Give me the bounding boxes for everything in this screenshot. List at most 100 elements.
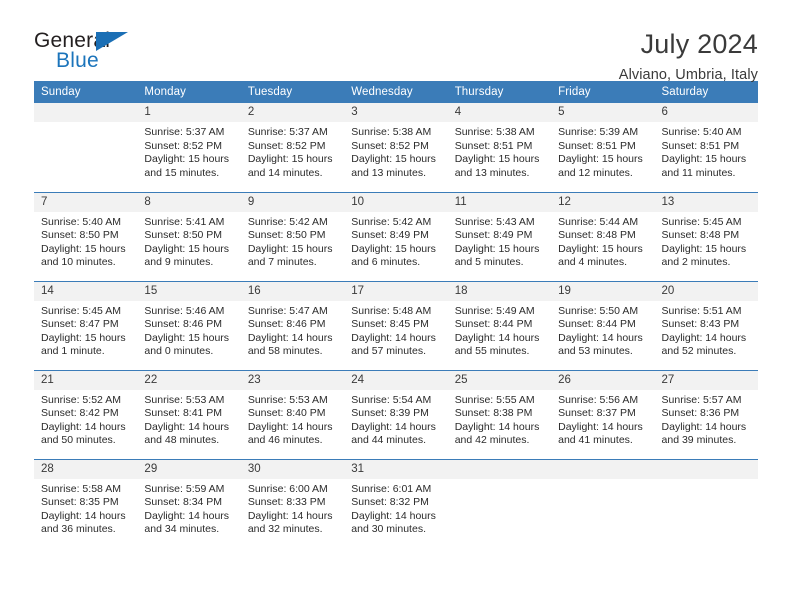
day-number: 29 <box>137 459 241 479</box>
daylight-text-line2: and 4 minutes. <box>558 256 627 269</box>
calendar-day-cell[interactable]: 25 Sunrise: 5:55 AM Sunset: 8:38 PM Dayligh… <box>447 369 552 459</box>
daylight-text-line2: and 57 minutes. <box>351 345 426 358</box>
sunset-text: Sunset: 8:46 PM <box>247 318 326 331</box>
daylight-text-line2: and 7 minutes. <box>247 256 317 269</box>
weekday-header-monday: Monday <box>137 81 241 103</box>
day-cell-inner: 23 Sunrise: 5:53 AM Sunset: 8:40 PM Dayligh… <box>240 370 345 459</box>
calendar-day-cell[interactable]: 18 Sunrise: 5:49 AM Sunset: 8:44 PM Dayligh… <box>447 280 552 370</box>
daylight-text-line1: Daylight: 14 hours <box>247 331 333 344</box>
calendar-day-cell[interactable]: 24 Sunrise: 5:54 AM Sunset: 8:39 PM Dayligh… <box>344 369 448 459</box>
weekday-header-thursday: Thursday <box>447 81 552 103</box>
day-cell-inner: 27 Sunrise: 5:57 AM Sunset: 8:36 PM Dayligh… <box>654 370 758 459</box>
calendar-day-cell[interactable]: 13 Sunrise: 5:45 AM Sunset: 8:48 PM Dayligh… <box>654 191 758 281</box>
day-number <box>551 459 655 479</box>
sunset-text: Sunset: 8:45 PM <box>351 318 429 331</box>
day-cell-inner <box>551 459 655 549</box>
day-number <box>654 459 758 479</box>
day-info: Sunrise: 5:41 AM Sunset: 8:50 PM Daylight:… <box>137 212 240 270</box>
day-number: 16 <box>240 281 345 301</box>
day-cell-inner: 4 Sunrise: 5:38 AM Sunset: 8:51 PM Daylight… <box>447 103 552 192</box>
day-info: Sunrise: 5:53 AM Sunset: 8:40 PM Daylight:… <box>241 390 344 448</box>
sunset-text: Sunset: 8:44 PM <box>454 318 533 331</box>
day-cell-inner: 22 Sunrise: 5:53 AM Sunset: 8:41 PM Dayligh… <box>137 370 241 459</box>
day-number: 3 <box>344 103 448 122</box>
calendar-day-cell[interactable]: 22 Sunrise: 5:53 AM Sunset: 8:41 PM Dayligh… <box>137 369 241 459</box>
calendar-day-cell[interactable]: 7 Sunrise: 5:40 AM Sunset: 8:50 PM Daylight… <box>34 191 138 281</box>
daylight-text-line2: and 58 minutes. <box>247 345 323 358</box>
calendar-day-cell[interactable]: 19 Sunrise: 5:50 AM Sunset: 8:44 PM Dayligh… <box>551 280 655 370</box>
day-number: 27 <box>654 370 758 390</box>
calendar-day-cell[interactable]: 16 Sunrise: 5:47 AM Sunset: 8:46 PM Dayligh… <box>240 280 345 370</box>
weekday-header-friday: Friday <box>551 81 655 103</box>
daylight-text-line2: and 55 minutes. <box>454 345 530 358</box>
calendar-day-cell[interactable]: 31 Sunrise: 6:01 AM Sunset: 8:32 PM Dayligh… <box>344 458 448 548</box>
daylight-text-line1: Daylight: 14 hours <box>41 420 126 433</box>
daylight-text-line2: and 13 minutes. <box>351 166 426 179</box>
calendar-day-cell[interactable]: 23 Sunrise: 5:53 AM Sunset: 8:40 PM Dayligh… <box>240 369 345 459</box>
calendar-week-row: 21 Sunrise: 5:52 AM Sunset: 8:42 PM Dayligh… <box>34 369 758 459</box>
calendar-day-cell[interactable]: 14 Sunrise: 5:45 AM Sunset: 8:47 PM Dayligh… <box>34 280 138 370</box>
day-info: Sunrise: 5:59 AM Sunset: 8:34 PM Daylight:… <box>137 479 240 537</box>
weekday-header-tuesday: Tuesday <box>240 81 345 103</box>
day-info: Sunrise: 5:46 AM Sunset: 8:46 PM Daylight:… <box>137 301 240 359</box>
calendar-day-cell[interactable]: 15 Sunrise: 5:46 AM Sunset: 8:46 PM Dayligh… <box>137 280 241 370</box>
weekday-header-sunday: Sunday <box>34 81 138 103</box>
calendar-day-cell[interactable]: 17 Sunrise: 5:48 AM Sunset: 8:45 PM Dayligh… <box>344 280 448 370</box>
calendar-day-cell[interactable]: 4 Sunrise: 5:38 AM Sunset: 8:51 PM Daylight… <box>447 103 552 192</box>
calendar-day-cell[interactable]: 2 Sunrise: 5:37 AM Sunset: 8:52 PM Daylight… <box>240 103 345 192</box>
daylight-text-line2: and 36 minutes. <box>41 523 116 536</box>
daylight-text-line1: Daylight: 14 hours <box>351 331 436 344</box>
day-cell-inner: 15 Sunrise: 5:46 AM Sunset: 8:46 PM Dayligh… <box>137 281 241 370</box>
general-blue-logo[interactable]: General Blue <box>34 30 154 76</box>
day-number: 11 <box>447 192 552 212</box>
day-number: 14 <box>34 281 138 301</box>
weekday-header-row: Sunday Monday Tuesday Wednesday Thursday… <box>34 81 758 103</box>
calendar-day-cell[interactable]: 10 Sunrise: 5:42 AM Sunset: 8:49 PM Dayligh… <box>344 191 448 281</box>
sunrise-text: Sunrise: 5:50 AM <box>558 304 639 317</box>
daylight-text-line1: Daylight: 15 hours <box>41 331 126 344</box>
calendar-day-cell[interactable]: 30 Sunrise: 6:00 AM Sunset: 8:33 PM Dayligh… <box>240 458 345 548</box>
day-info: Sunrise: 5:42 AM Sunset: 8:50 PM Daylight:… <box>241 212 344 270</box>
day-number: 30 <box>240 459 345 479</box>
daylight-text-line2: and 5 minutes. <box>454 256 524 269</box>
day-info: Sunrise: 5:50 AM Sunset: 8:44 PM Daylight:… <box>551 301 654 359</box>
day-cell-inner: 25 Sunrise: 5:55 AM Sunset: 8:38 PM Dayligh… <box>447 370 552 459</box>
day-info: Sunrise: 5:47 AM Sunset: 8:46 PM Daylight:… <box>241 301 344 359</box>
sunset-text: Sunset: 8:42 PM <box>41 407 119 420</box>
calendar-day-cell[interactable]: 8 Sunrise: 5:41 AM Sunset: 8:50 PM Daylight… <box>137 191 241 281</box>
daylight-text-line2: and 46 minutes. <box>247 434 323 447</box>
daylight-text-line1: Daylight: 14 hours <box>661 420 747 433</box>
daylight-text-line1: Daylight: 14 hours <box>558 331 643 344</box>
sunrise-text: Sunrise: 5:55 AM <box>454 393 535 406</box>
day-number: 5 <box>551 103 655 122</box>
calendar-day-cell[interactable]: 3 Sunrise: 5:38 AM Sunset: 8:52 PM Daylight… <box>344 103 448 192</box>
daylight-text-line1: Daylight: 14 hours <box>558 420 643 433</box>
logo-text-blue: Blue <box>56 49 99 72</box>
calendar-day-cell[interactable]: 29 Sunrise: 5:59 AM Sunset: 8:34 PM Dayligh… <box>137 458 241 549</box>
calendar-day-cell[interactable]: 6 Sunrise: 5:40 AM Sunset: 8:51 PM Daylight… <box>654 103 758 192</box>
calendar-day-cell[interactable]: 12 Sunrise: 5:44 AM Sunset: 8:48 PM Dayligh… <box>551 191 655 281</box>
sunset-text: Sunset: 8:49 PM <box>351 229 429 242</box>
calendar-day-cell[interactable]: 27 Sunrise: 5:57 AM Sunset: 8:36 PM Dayligh… <box>654 369 758 459</box>
weekday-header-saturday: Saturday <box>654 81 758 103</box>
calendar-day-cell[interactable]: 21 Sunrise: 5:52 AM Sunset: 8:42 PM Dayligh… <box>34 369 138 459</box>
day-info: Sunrise: 6:01 AM Sunset: 8:32 PM Daylight:… <box>344 479 447 537</box>
day-info: Sunrise: 5:54 AM Sunset: 8:39 PM Daylight:… <box>344 390 447 448</box>
sunrise-text: Sunrise: 6:01 AM <box>351 482 432 495</box>
day-number: 15 <box>137 281 241 301</box>
sunrise-text: Sunrise: 5:40 AM <box>41 215 121 228</box>
calendar-day-cell[interactable]: 28 Sunrise: 5:58 AM Sunset: 8:35 PM Dayligh… <box>34 458 138 548</box>
day-info: Sunrise: 5:42 AM Sunset: 8:49 PM Daylight:… <box>344 212 447 270</box>
daylight-text-line1: Daylight: 15 hours <box>41 242 126 255</box>
sunset-text: Sunset: 8:52 PM <box>351 139 429 152</box>
calendar-day-cell[interactable]: 5 Sunrise: 5:39 AM Sunset: 8:51 PM Daylight… <box>551 103 655 192</box>
calendar-day-cell[interactable]: 9 Sunrise: 5:42 AM Sunset: 8:50 PM Daylight… <box>240 191 345 281</box>
daylight-text-line1: Daylight: 14 hours <box>247 420 333 433</box>
day-cell-inner: 29 Sunrise: 5:59 AM Sunset: 8:34 PM Dayligh… <box>137 459 241 549</box>
daylight-text-line2: and 9 minutes. <box>144 256 214 269</box>
day-cell-inner: 18 Sunrise: 5:49 AM Sunset: 8:44 PM Dayligh… <box>447 281 552 370</box>
calendar-day-cell[interactable]: 11 Sunrise: 5:43 AM Sunset: 8:49 PM Dayligh… <box>447 191 552 281</box>
calendar-day-cell[interactable]: 1 Sunrise: 5:37 AM Sunset: 8:52 PM Daylight… <box>137 103 241 192</box>
calendar-day-cell[interactable]: 26 Sunrise: 5:56 AM Sunset: 8:37 PM Dayligh… <box>551 369 655 459</box>
calendar-day-cell[interactable]: 20 Sunrise: 5:51 AM Sunset: 8:43 PM Dayligh… <box>654 280 758 370</box>
